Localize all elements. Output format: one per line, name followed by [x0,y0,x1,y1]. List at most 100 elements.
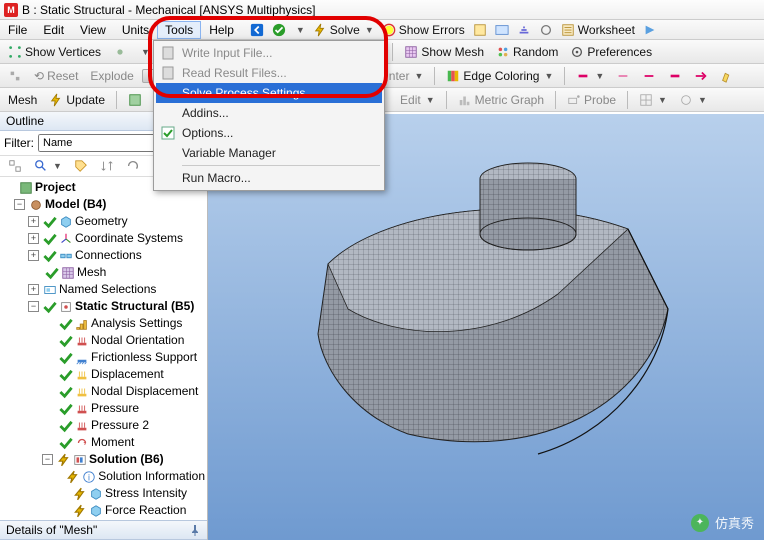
load-icon [75,334,89,348]
tree-analysis[interactable]: Analysis Settings [2,315,205,332]
show-errors-button[interactable]: Show Errors [378,22,469,38]
tree-frictionless[interactable]: Frictionless Support [2,349,205,366]
check-icon [59,385,73,399]
check-icon [59,436,73,450]
grid-icon[interactable]: ▼ [635,92,671,108]
solve-button[interactable]: Solve▼ [309,22,378,38]
preferences-button[interactable]: Preferences [566,44,656,60]
file-icon [160,65,176,81]
details-header[interactable]: Details of "Mesh" [0,520,207,540]
app-logo-icon: M [4,3,18,17]
lightning-icon [73,504,87,518]
load-icon [75,402,89,416]
mode-mesh[interactable]: Mesh [4,92,41,108]
worksheet-button[interactable]: Worksheet [557,22,639,38]
tree-force[interactable]: Force Reaction [2,502,205,519]
toolbar-icon-3[interactable] [513,22,535,38]
wechat-icon: ✦ [691,514,709,532]
menu-view[interactable]: View [72,21,114,39]
collapse-button[interactable] [4,68,26,84]
vertex-dropdown[interactable]: ▼ [135,46,154,58]
static-icon [59,300,73,314]
tree-solution[interactable]: −Solution (B6) [2,451,205,468]
menu-edit[interactable]: Edit [35,21,72,39]
project-tree[interactable]: Project −Model (B4) +Geometry +Coordinat… [0,177,207,520]
metric-graph-button[interactable]: Metric Graph [454,92,548,108]
menu-run-macro[interactable]: Run Macro... [156,168,382,188]
tree-coord[interactable]: +Coordinate Systems [2,230,205,247]
warning-icon [382,23,396,37]
update-button[interactable]: Update [45,92,109,108]
tools-dropdown: Write Input File... Read Result Files...… [153,40,385,191]
probe-button[interactable]: Probe [563,92,620,108]
menu-variable-manager[interactable]: Variable Manager [156,143,382,163]
mesh-icon-1[interactable] [124,92,146,108]
check-icon [43,249,57,263]
nav-back-button[interactable] [246,22,268,38]
check-icon [45,266,59,280]
tree-sol-info[interactable]: iSolution Information [2,468,205,485]
menu-help[interactable]: Help [201,21,242,39]
tree-refresh[interactable] [122,158,144,174]
tree-stress[interactable]: Stress Intensity [2,485,205,502]
toolbar-icon-2[interactable] [491,22,513,38]
solution-icon [73,453,87,467]
thicken-2[interactable] [638,68,660,84]
tree-collapse-all[interactable] [4,158,26,174]
thicken-1[interactable] [612,68,634,84]
tree-nodal-disp[interactable]: Nodal Displacement [2,383,205,400]
separator [564,67,565,85]
window-title: B : Static Structural - Mechanical [ANSY… [22,3,315,17]
tree-pressure2[interactable]: Pressure 2 [2,417,205,434]
tree-displacement[interactable]: Displacement [2,366,205,383]
check-icon [59,419,73,433]
tree-find[interactable]: ▼ [30,158,66,174]
load-icon [75,419,89,433]
tree-connections[interactable]: +Connections [2,247,205,264]
menu-addins[interactable]: Addins... [156,103,382,123]
menu-units[interactable]: Units [114,21,157,39]
menu-tools[interactable]: Tools [157,21,201,39]
menu-options[interactable]: Options... [156,123,382,143]
show-vertices-button[interactable]: Show Vertices [4,44,105,60]
tree-pressure[interactable]: Pressure [2,400,205,417]
pin-icon[interactable] [189,524,201,536]
edge-coloring-button[interactable]: Edge Coloring▼ [442,68,557,84]
axes-icon [59,232,73,246]
az-icon[interactable]: ▼ [675,92,711,108]
toolbar-dropdown[interactable]: ▼ [290,24,309,36]
tree-static[interactable]: −Static Structural (B5) [2,298,205,315]
random-button[interactable]: Random [492,44,562,60]
show-mesh-button[interactable]: Show Mesh [400,44,488,60]
lightning-icon [66,470,80,484]
support-icon [75,351,89,365]
vertex-scale-button[interactable] [109,44,131,60]
tree-model[interactable]: −Model (B4) [2,196,205,213]
reset-button[interactable]: ⟲Reset [30,68,82,84]
check-icon [43,232,57,246]
tree-sort[interactable] [96,158,118,174]
thicken-3[interactable] [664,68,686,84]
separator [446,91,447,109]
tree-geometry[interactable]: +Geometry [2,213,205,230]
svg-text:i: i [88,472,90,482]
worksheet-icon [561,23,575,37]
toolbar-icon-5[interactable] [639,22,661,38]
tree-nodal-orient[interactable]: Nodal Orientation [2,332,205,349]
thicken-arrow[interactable] [690,68,712,84]
tree-named-sel[interactable]: +Named Selections [2,281,205,298]
edit-dropdown[interactable]: Edit▼ [396,92,439,108]
menu-write-input: Write Input File... [156,43,382,63]
tree-mesh[interactable]: Mesh [2,264,205,281]
tree-filter-tag[interactable] [70,158,92,174]
check-icon [43,215,57,229]
menu-file[interactable]: File [0,21,35,39]
separator [627,91,628,109]
thicken-button[interactable]: ▼ [572,68,608,84]
toolbar-icon-4[interactable] [535,22,557,38]
menu-solve-process-settings[interactable]: Solve Process Settings... [156,83,382,103]
tree-moment[interactable]: Moment [2,434,205,451]
toolbar-icon-1[interactable] [469,22,491,38]
highlight-icon[interactable] [716,68,738,84]
explode-button[interactable]: Explode [86,68,137,84]
